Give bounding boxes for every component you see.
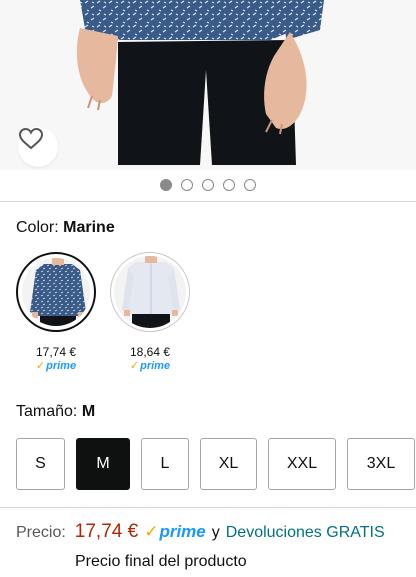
size-option-xl[interactable]: XL bbox=[200, 438, 257, 490]
prime-check-icon: ✓ bbox=[129, 360, 140, 372]
prime-check-icon: ✓ bbox=[144, 522, 159, 541]
shirt-thumbnail-marine bbox=[22, 258, 90, 326]
size-option-m[interactable]: M bbox=[76, 438, 130, 490]
prime-badge: ✓prime bbox=[144, 522, 206, 541]
conjunction-text: y bbox=[211, 524, 220, 541]
free-returns-link[interactable]: Devoluciones GRATIS bbox=[226, 524, 385, 542]
color-value: Marine bbox=[63, 219, 115, 236]
swatch-price: 18,64 € bbox=[129, 345, 171, 359]
carousel-dot[interactable] bbox=[181, 179, 193, 191]
size-option-s[interactable]: S bbox=[16, 438, 65, 490]
size-label: Tamaño: bbox=[16, 403, 78, 420]
carousel-dot[interactable] bbox=[160, 179, 172, 191]
carousel-dot[interactable] bbox=[223, 179, 235, 191]
final-price-note: Precio final del producto bbox=[75, 553, 247, 570]
shirt-photo bbox=[76, 0, 324, 165]
size-option-l[interactable]: L bbox=[141, 438, 189, 490]
heart-outline-icon bbox=[18, 127, 44, 150]
color-selection-label: Color: Marine bbox=[16, 219, 115, 237]
section-divider bbox=[0, 201, 416, 202]
size-selection-label: Tamaño: M bbox=[16, 403, 95, 421]
shirt-thumbnail-white bbox=[114, 256, 186, 328]
price-label: Precio: bbox=[16, 524, 66, 541]
prime-badge: ✓prime bbox=[129, 360, 171, 372]
color-swatch-marine[interactable] bbox=[16, 252, 96, 332]
product-image[interactable] bbox=[0, 0, 416, 170]
size-option-3xl[interactable]: 3XL bbox=[347, 438, 415, 490]
size-value: M bbox=[81, 403, 96, 420]
color-swatch-white[interactable] bbox=[110, 252, 190, 332]
prime-badge: ✓prime bbox=[35, 360, 77, 372]
swatch-price: 17,74 € bbox=[35, 345, 77, 359]
price-row: Precio: 17,74 € ✓prime y Devoluciones GR… bbox=[16, 521, 385, 543]
section-divider bbox=[0, 507, 416, 508]
carousel-indicator bbox=[0, 170, 416, 200]
carousel-dot[interactable] bbox=[202, 179, 214, 191]
prime-check-icon: ✓ bbox=[35, 360, 46, 372]
carousel-dot[interactable] bbox=[244, 179, 256, 191]
color-label: Color: bbox=[16, 219, 59, 236]
size-option-xxl[interactable]: XXL bbox=[268, 438, 336, 490]
wishlist-button[interactable] bbox=[18, 127, 58, 167]
price-value: 17,74 € bbox=[74, 521, 139, 542]
